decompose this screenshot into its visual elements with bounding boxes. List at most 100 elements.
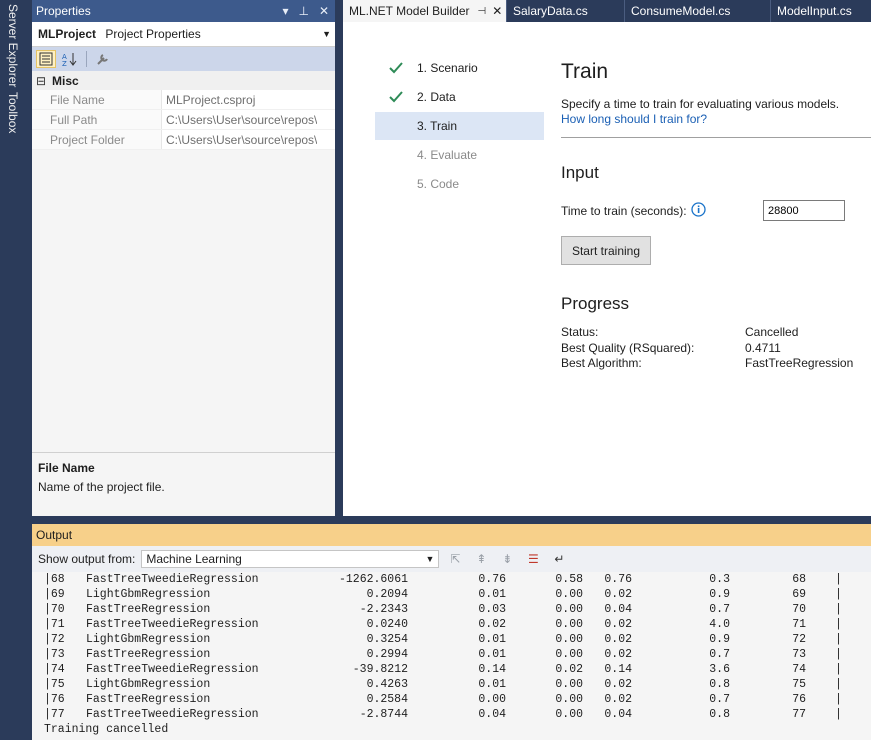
toolbox-tab[interactable]: Toolbox — [6, 90, 20, 135]
output-cell-num: 70 — [792, 603, 806, 616]
output-cell-dur: 0.9 — [709, 588, 730, 601]
output-cell-border: | — [835, 588, 842, 601]
alphabetical-sort-icon[interactable]: AZ — [60, 50, 80, 68]
algorithm-label: Best Algorithm: — [561, 356, 642, 370]
output-cell-loss: 0.02 — [604, 618, 632, 631]
output-line: |71 FastTreeTweedieRegression 0.0240 0.02 0.… — [32, 617, 871, 632]
output-cell-border: | — [835, 633, 842, 646]
output-cell-abs: 0.01 — [478, 678, 506, 691]
output-line: |74 FastTreeTweedieRegression -39.8212 0.14… — [32, 662, 871, 677]
step-evaluate[interactable]: 4. Evaluate — [375, 141, 544, 169]
output-cell-num: 69 — [792, 588, 806, 601]
previous-message-icon[interactable]: ⇞ — [471, 550, 491, 568]
output-cell-border: | — [835, 573, 842, 586]
output-cell-rsq: -2.8744 — [359, 708, 408, 721]
output-cell-abs: 0.01 — [478, 588, 506, 601]
step-data[interactable]: 2. Data — [375, 83, 544, 111]
chevron-down-icon: ▼ — [322, 29, 331, 39]
clear-all-icon[interactable]: ☰ — [523, 550, 543, 568]
output-cell-dur: 0.3 — [709, 573, 730, 586]
output-cell-num: 74 — [792, 663, 806, 676]
tab-model-builder[interactable]: ML.NET Model Builder ⊣ ✕ — [343, 0, 506, 22]
output-cell-loss: 0.04 — [604, 603, 632, 616]
step-label: 3. Train — [417, 119, 458, 133]
output-cell-rsq: 0.2094 — [366, 588, 408, 601]
output-cell-rsq: 0.2994 — [366, 648, 408, 661]
model-builder-page: 1. Scenario 2. Data 3. Train 4. Evaluate… — [343, 22, 871, 516]
output-cell-abs: 0.76 — [478, 573, 506, 586]
property-value: C:\Users\User\source\repos\ — [166, 112, 318, 127]
document-tabs: ML.NET Model Builder ⊣ ✕ SalaryData.cs C… — [343, 0, 871, 22]
output-line: |70 FastTreeRegression -2.2343 0.03 0.00 0.04… — [32, 602, 871, 617]
output-cell-num: 72 — [792, 633, 806, 646]
output-cell-idx: |74 — [44, 663, 65, 676]
output-cell-trainer: FastTreeRegression — [86, 693, 211, 706]
category-misc[interactable]: ⊟ Misc — [32, 71, 335, 90]
output-cell-abs: 0.03 — [478, 603, 506, 616]
checkmark-icon — [389, 54, 411, 82]
output-line: |72 LightGbmRegression 0.3254 0.01 0.00 0.02 0… — [32, 632, 871, 647]
categorized-icon[interactable] — [36, 50, 56, 68]
info-icon[interactable] — [691, 202, 706, 220]
property-grid: ⊟ Misc File Name MLProject.csproj Full P… — [32, 71, 335, 150]
close-icon[interactable]: ✕ — [319, 4, 329, 18]
output-cell-idx: |75 — [44, 678, 65, 691]
output-line: |68 FastTreeTweedieRegression -1262.6061 0.… — [32, 572, 871, 587]
dropdown-icon[interactable]: ▾ — [282, 4, 288, 18]
output-cell-loss: 0.02 — [604, 678, 632, 691]
output-cell-rms: 0.58 — [555, 573, 583, 586]
chevron-down-icon: ▼ — [425, 554, 435, 564]
tab-salarydata[interactable]: SalaryData.cs — [506, 0, 624, 22]
object-type: Project Properties — [105, 27, 201, 41]
wrench-icon[interactable] — [93, 50, 113, 68]
output-cell-rsq: 0.2584 — [366, 693, 408, 706]
time-input[interactable] — [763, 200, 845, 221]
collapse-icon[interactable]: ⊟ — [34, 74, 48, 88]
property-row-file-name[interactable]: File Name MLProject.csproj — [32, 90, 335, 110]
server-explorer-tab[interactable]: Server Explorer — [6, 2, 20, 89]
output-cell-trainer: LightGbmRegression — [86, 633, 211, 646]
output-text-area[interactable]: |68 FastTreeTweedieRegression -1262.6061 0.… — [32, 572, 871, 740]
property-value: C:\Users\User\source\repos\ — [166, 132, 318, 147]
tab-label: ModelInput.cs — [777, 4, 852, 18]
output-cell-loss: 0.02 — [604, 588, 632, 601]
next-message-icon[interactable]: ⇟ — [497, 550, 517, 568]
start-training-button[interactable]: Start training — [561, 236, 651, 265]
tab-consumemodel[interactable]: ConsumeModel.cs — [624, 0, 770, 22]
output-line: |75 LightGbmRegression 0.4263 0.01 0.00 0.02 0… — [32, 677, 871, 692]
close-icon[interactable]: ✕ — [492, 4, 502, 18]
pin-icon[interactable]: ⊥ — [298, 4, 308, 18]
output-toolbar: Show output from: Machine Learning ▼ ⇱ ⇞… — [32, 546, 871, 572]
output-cell-rsq: -1262.6061 — [338, 573, 408, 586]
tab-label: SalaryData.cs — [513, 4, 588, 18]
find-message-icon[interactable]: ⇱ — [445, 550, 465, 568]
pin-icon[interactable]: ⊣ — [478, 6, 487, 17]
category-label: Misc — [52, 73, 79, 88]
output-cell-num: 68 — [792, 573, 806, 586]
output-line: |77 FastTreeTweedieRegression -2.8744 0.04 0… — [32, 707, 871, 722]
step-scenario[interactable]: 1. Scenario — [375, 54, 544, 82]
property-row-project-folder[interactable]: Project Folder C:\Users\User\source\repo… — [32, 130, 335, 150]
output-source-value: Machine Learning — [146, 552, 242, 566]
output-final-line: Training cancelled — [44, 723, 169, 736]
output-cell-loss: 0.04 — [604, 708, 632, 721]
output-source-select[interactable]: Machine Learning ▼ — [141, 550, 440, 568]
output-cell-abs: 0.01 — [478, 648, 506, 661]
step-code[interactable]: 5. Code — [375, 170, 544, 198]
output-cell-border: | — [835, 678, 842, 691]
property-description: File Name Name of the project file. — [32, 452, 335, 516]
word-wrap-icon[interactable]: ↵ — [549, 550, 569, 568]
show-output-label: Show output from: — [38, 552, 136, 566]
tab-modelinput[interactable]: ModelInput.cs — [770, 0, 871, 22]
output-cell-num: 75 — [792, 678, 806, 691]
output-cell-rms: 0.00 — [555, 603, 583, 616]
object-selector[interactable]: MLProject Project Properties ▼ — [32, 22, 335, 47]
output-cell-dur: 0.7 — [709, 648, 730, 661]
property-row-full-path[interactable]: Full Path C:\Users\User\source\repos\ — [32, 110, 335, 130]
step-train[interactable]: 3. Train — [375, 112, 544, 140]
help-link[interactable]: How long should I train for? — [561, 112, 707, 126]
output-cell-idx: |76 — [44, 693, 65, 706]
output-cell-dur: 0.8 — [709, 708, 730, 721]
output-cell-rsq: 0.0240 — [366, 618, 408, 631]
output-cell-idx: |70 — [44, 603, 65, 616]
